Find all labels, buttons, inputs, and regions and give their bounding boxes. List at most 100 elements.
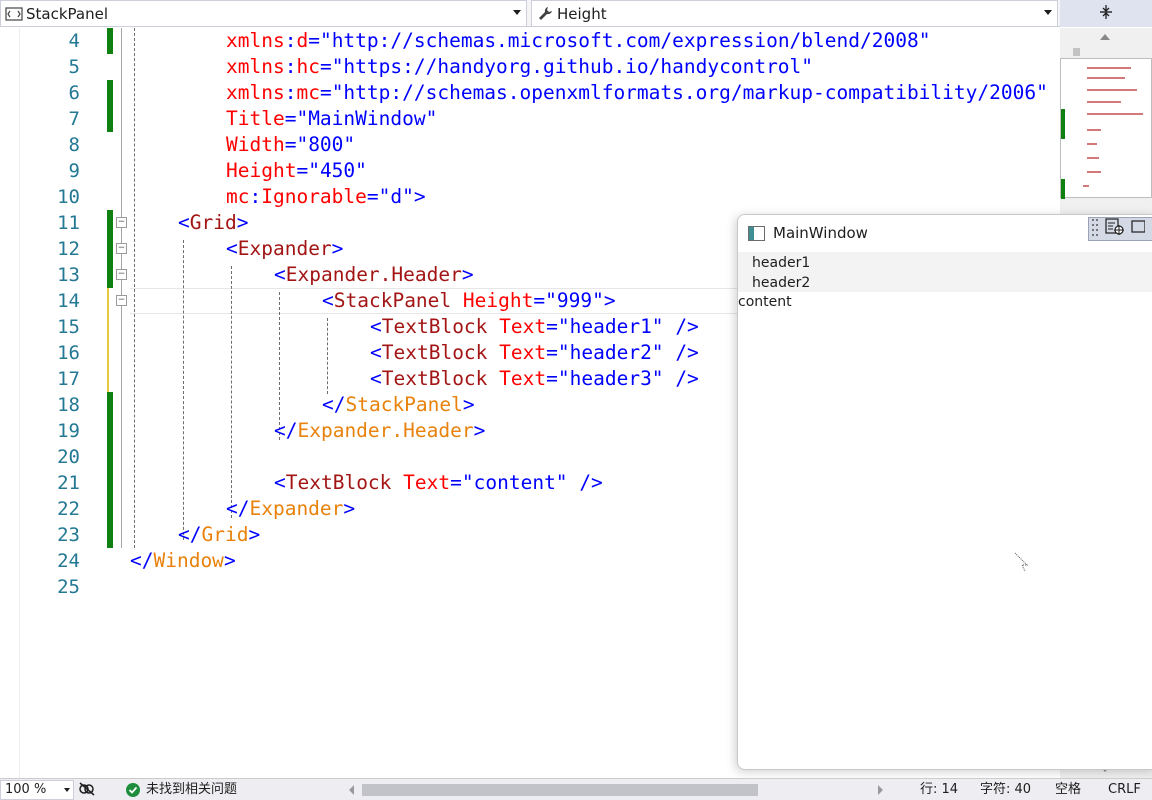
code-line: 10 mc:Ignorable="d"> [0, 184, 1060, 210]
code-text: xmlns:hc="https://handyorg.github.io/han… [226, 55, 814, 78]
collapse-toggle[interactable]: − [116, 217, 127, 228]
minimap-code-line [1087, 77, 1125, 79]
expander-header[interactable]: header1 header2 [738, 252, 1152, 292]
scrollbar-thumb[interactable] [1073, 48, 1080, 56]
change-marker [107, 496, 113, 522]
live-share-icon[interactable] [78, 781, 96, 800]
code-line: 7 Title="MainWindow" [0, 106, 1060, 132]
code-text: <Expander> [226, 237, 344, 260]
minimap-change-marker [1061, 179, 1065, 199]
code-text: <TextBlock Text="header3" /> [370, 367, 699, 390]
minimap-code-line [1087, 101, 1121, 103]
change-marker [107, 28, 113, 54]
line-number: 11 [57, 212, 80, 234]
scroll-right-icon[interactable] [878, 785, 883, 795]
scroll-up-icon[interactable] [1100, 34, 1110, 40]
change-marker-unsaved [107, 340, 113, 366]
resize-cursor-icon [1014, 552, 1029, 572]
code-text: <TextBlock Text="header2" /> [370, 341, 699, 364]
line-number: 24 [57, 550, 80, 572]
zoom-dropdown[interactable]: 100 % [0, 780, 74, 800]
issues-status[interactable]: 未找到相关问题 [146, 781, 237, 799]
line-number: 12 [57, 238, 80, 260]
change-marker [107, 392, 113, 418]
collapse-toggle[interactable]: − [116, 295, 127, 306]
line-number: 14 [57, 290, 80, 312]
code-text: Width="800" [226, 133, 356, 156]
collapse-toggle[interactable]: − [116, 243, 127, 254]
code-text: xmlns:d="http://schemas.microsoft.com/ex… [226, 29, 931, 52]
horizontal-scrollbar-thumb[interactable] [362, 784, 758, 796]
change-marker [107, 236, 113, 262]
minimap-code-line [1087, 129, 1101, 131]
code-text: Height="450" [226, 159, 367, 182]
header-text: header1 [752, 255, 811, 271]
code-line: 6 xmlns:mc="http://schemas.openxmlformat… [0, 80, 1060, 106]
change-marker [107, 470, 113, 496]
chevron-down-icon [64, 788, 70, 792]
code-text: <Grid> [178, 211, 249, 234]
line-number: 17 [57, 368, 80, 390]
line-number: 22 [57, 498, 80, 520]
line-number: 21 [57, 472, 80, 494]
preview-toolbar[interactable] [1088, 217, 1152, 241]
status-bar: 100 % 未找到相关问题 行: 14 字符: 40 空格 CRLF [0, 778, 1152, 800]
drag-handle-icon[interactable] [1091, 217, 1099, 241]
line-number: 10 [57, 186, 80, 208]
display-adorners-icon[interactable] [1131, 219, 1146, 239]
zoom-value: 100 % [5, 782, 47, 797]
member-dropdown-value: Height [557, 4, 607, 23]
minimap-code-line [1087, 67, 1131, 69]
change-marker-unsaved [107, 314, 113, 340]
chevron-down-icon [513, 10, 521, 15]
minimap-code-line [1087, 143, 1097, 145]
line-ending-indicator[interactable]: CRLF [1108, 781, 1141, 799]
split-editor-button[interactable] [1060, 0, 1152, 27]
type-dropdown[interactable]: StackPanel [0, 0, 527, 27]
wrench-icon [535, 4, 555, 24]
whitespace-indicator[interactable]: 空格 [1055, 781, 1081, 799]
code-text: Title="MainWindow" [226, 107, 438, 130]
minimap-code-line [1087, 113, 1143, 115]
change-marker-unsaved [107, 366, 113, 392]
minimap-code-line [1087, 157, 1099, 159]
minimap-change-marker [1061, 109, 1065, 139]
change-marker-unsaved [107, 288, 113, 314]
line-number: 7 [68, 108, 80, 130]
line-number: 18 [57, 394, 80, 416]
line-number: 9 [68, 160, 80, 182]
code-text: <TextBlock Text="content" /> [274, 471, 603, 494]
minimap-code-line [1087, 89, 1137, 91]
code-text: </Expander> [226, 497, 356, 520]
line-number: 6 [68, 82, 80, 104]
navigation-bar: StackPanel Height [0, 0, 1152, 27]
code-text: <TextBlock Text="header1" /> [370, 315, 699, 338]
line-number: 4 [68, 30, 80, 52]
code-text: <Expander.Header> [274, 263, 474, 286]
change-marker [107, 262, 113, 288]
change-marker [107, 106, 113, 132]
select-element-icon[interactable] [1105, 218, 1125, 240]
code-text: </Window> [130, 549, 236, 572]
member-dropdown[interactable]: Height [531, 0, 1058, 27]
collapse-toggle[interactable]: − [116, 269, 127, 280]
type-dropdown-value: StackPanel [26, 4, 108, 23]
expander-content: content [738, 294, 792, 310]
change-marker [107, 80, 113, 106]
scroll-left-icon[interactable] [349, 785, 354, 795]
line-number: 8 [68, 134, 80, 156]
minimap-viewport[interactable] [1060, 58, 1152, 199]
code-line: 8 Width="800" [0, 132, 1060, 158]
line-number: 20 [57, 446, 80, 468]
header-text: header2 [752, 275, 811, 291]
line-number: 19 [57, 420, 80, 442]
code-text: <StackPanel Height="999"> [322, 289, 616, 312]
char-indicator[interactable]: 字符: 40 [980, 781, 1031, 799]
chevron-down-icon [1044, 10, 1052, 15]
code-line: 4 xmlns:d="http://schemas.microsoft.com/… [0, 28, 1060, 54]
window-title: MainWindow [773, 224, 868, 242]
preview-window[interactable]: MainWindow header1 header2 content [737, 214, 1152, 770]
code-text: xmlns:mc="http://schemas.openxmlformats.… [226, 81, 1048, 104]
line-indicator[interactable]: 行: 14 [920, 781, 958, 799]
change-marker [107, 210, 113, 236]
